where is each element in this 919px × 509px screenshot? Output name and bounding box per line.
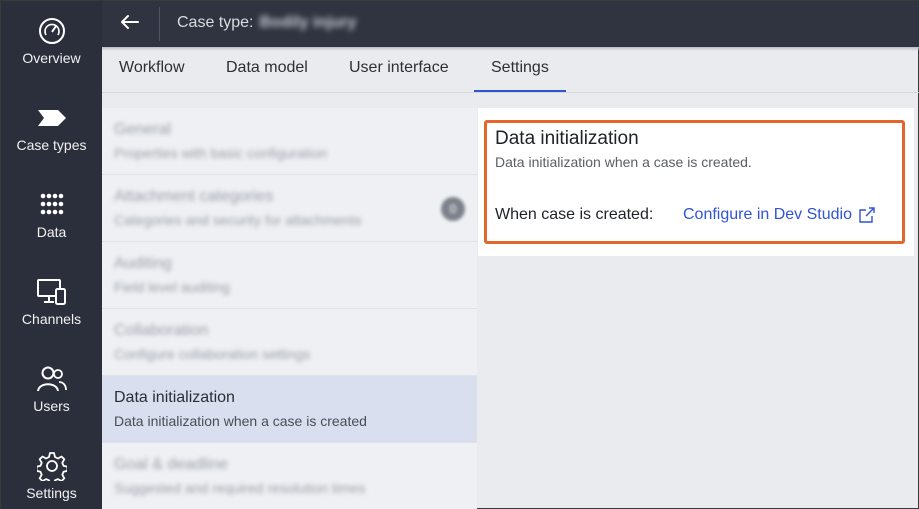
- settings-item-collaboration[interactable]: Collaboration Configure collaboration se…: [102, 309, 477, 376]
- settings-item-general[interactable]: General Properties with basic configurat…: [102, 108, 477, 175]
- configure-dev-studio-link[interactable]: Configure in Dev Studio: [683, 206, 876, 224]
- settings-item-auditing[interactable]: Auditing Field level auditing: [102, 242, 477, 309]
- settings-item-title: Collaboration: [114, 322, 209, 339]
- arrow-left-icon: [120, 14, 140, 35]
- settings-item-goal-deadline[interactable]: Goal & deadline Suggested and required r…: [102, 443, 477, 509]
- nav-label: Case types: [16, 137, 87, 153]
- settings-item-desc: Suggested and required resolution times: [114, 480, 366, 496]
- nav-label: Overview: [22, 50, 81, 66]
- tab-workflow[interactable]: Workflow: [102, 49, 202, 92]
- app-header: Case type: Bodily injury: [102, 1, 919, 47]
- settings-item-title: Auditing: [114, 255, 172, 272]
- settings-item-data-initialization[interactable]: Data initialization Data initialization …: [102, 376, 477, 443]
- settings-item-attachment-categories[interactable]: Attachment categories Categories and sec…: [102, 175, 477, 242]
- left-nav: Overview Case types Data Channels Users …: [1, 1, 102, 509]
- back-button[interactable]: [112, 7, 148, 41]
- gear-icon: [35, 450, 69, 482]
- settings-item-desc: Properties with basic configuration: [114, 145, 328, 161]
- settings-item-desc: Data initialization when a case is creat…: [114, 413, 367, 429]
- users-icon: [35, 363, 69, 395]
- channels-icon: [35, 276, 69, 308]
- tab-settings[interactable]: Settings: [474, 49, 566, 92]
- external-link-icon: [858, 206, 876, 224]
- nav-item-data[interactable]: Data: [1, 175, 102, 262]
- page-title: Case type: Bodily injury: [177, 14, 356, 32]
- nav-item-settings[interactable]: Settings: [1, 436, 102, 509]
- gauge-icon: [35, 15, 69, 47]
- nav-label: Users: [33, 398, 70, 414]
- nav-item-case-types[interactable]: Case types: [1, 88, 102, 175]
- settings-item-desc: Categories and security for attachments: [114, 212, 362, 228]
- settings-item-title: Data initialization: [114, 389, 235, 406]
- settings-item-title: General: [114, 121, 171, 138]
- tab-data-model[interactable]: Data model: [209, 49, 325, 92]
- field-label: When case is created:: [495, 206, 654, 223]
- panel-subtitle: Data initialization when a case is creat…: [495, 154, 752, 170]
- panel-title: Data initialization: [495, 128, 639, 149]
- tab-user-interface[interactable]: User interface: [332, 49, 466, 92]
- nav-item-channels[interactable]: Channels: [1, 262, 102, 349]
- settings-item-desc: Field level auditing: [114, 279, 230, 295]
- count-badge: 0: [441, 197, 465, 221]
- settings-item-desc: Configure collaboration settings: [114, 346, 311, 362]
- settings-item-title: Attachment categories: [114, 188, 274, 205]
- grid-dots-icon: [35, 189, 69, 221]
- header-divider: [159, 7, 160, 41]
- nav-item-users[interactable]: Users: [1, 349, 102, 436]
- nav-label: Channels: [21, 311, 82, 327]
- settings-item-title: Goal & deadline: [114, 456, 228, 473]
- case-type-icon: [35, 102, 69, 134]
- settings-list: General Properties with basic configurat…: [102, 108, 477, 509]
- link-label: Configure in Dev Studio: [683, 206, 852, 223]
- nav-item-overview[interactable]: Overview: [1, 1, 102, 88]
- nav-label: Data: [36, 224, 67, 240]
- nav-label: Settings: [26, 485, 77, 501]
- case-type-prefix: Case type:: [177, 14, 254, 31]
- case-type-name: Bodily injury: [259, 14, 357, 31]
- tab-bar: Workflow Data model User interface Setti…: [102, 49, 919, 93]
